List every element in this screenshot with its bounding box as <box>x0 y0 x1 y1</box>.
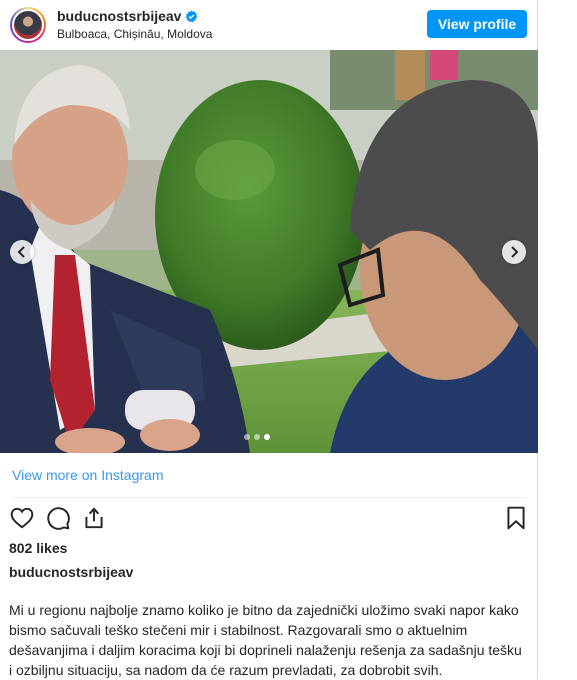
post-header: buducnostsrbijeav Bulboaca, Chișinău, Mo… <box>0 0 538 50</box>
chevron-right-icon <box>511 246 519 258</box>
chevron-left-icon <box>17 246 25 258</box>
instagram-embed: buducnostsrbijeav Bulboaca, Chișinău, Mo… <box>0 0 538 679</box>
share-icon[interactable] <box>81 505 107 531</box>
username[interactable]: buducnostsrbijeav <box>57 8 181 24</box>
carousel-dot <box>244 434 250 440</box>
carousel-indicator <box>244 434 270 440</box>
carousel-dot-active <box>264 434 270 440</box>
verified-badge-icon <box>186 10 198 22</box>
like-count[interactable]: 802 likes <box>9 540 67 556</box>
divider <box>12 497 526 498</box>
avatar[interactable] <box>10 7 46 43</box>
username-row: buducnostsrbijeav <box>57 8 198 24</box>
bookmark-icon[interactable] <box>503 505 529 531</box>
post-photo[interactable] <box>0 50 538 453</box>
photo-scene <box>0 50 538 453</box>
caption-text: Mi u regionu najbolje znamo koliko je bi… <box>9 602 522 678</box>
previous-slide-button[interactable] <box>10 240 34 264</box>
caption-username[interactable]: buducnostsrbijeav <box>9 564 133 580</box>
view-more-link[interactable]: View more on Instagram <box>12 467 163 483</box>
comment-icon[interactable] <box>45 505 71 531</box>
heart-icon[interactable] <box>9 505 35 531</box>
view-profile-button[interactable]: View profile <box>427 10 527 38</box>
carousel-dot <box>254 434 260 440</box>
next-slide-button[interactable] <box>502 240 526 264</box>
post-location[interactable]: Bulboaca, Chișinău, Moldova <box>57 27 212 41</box>
